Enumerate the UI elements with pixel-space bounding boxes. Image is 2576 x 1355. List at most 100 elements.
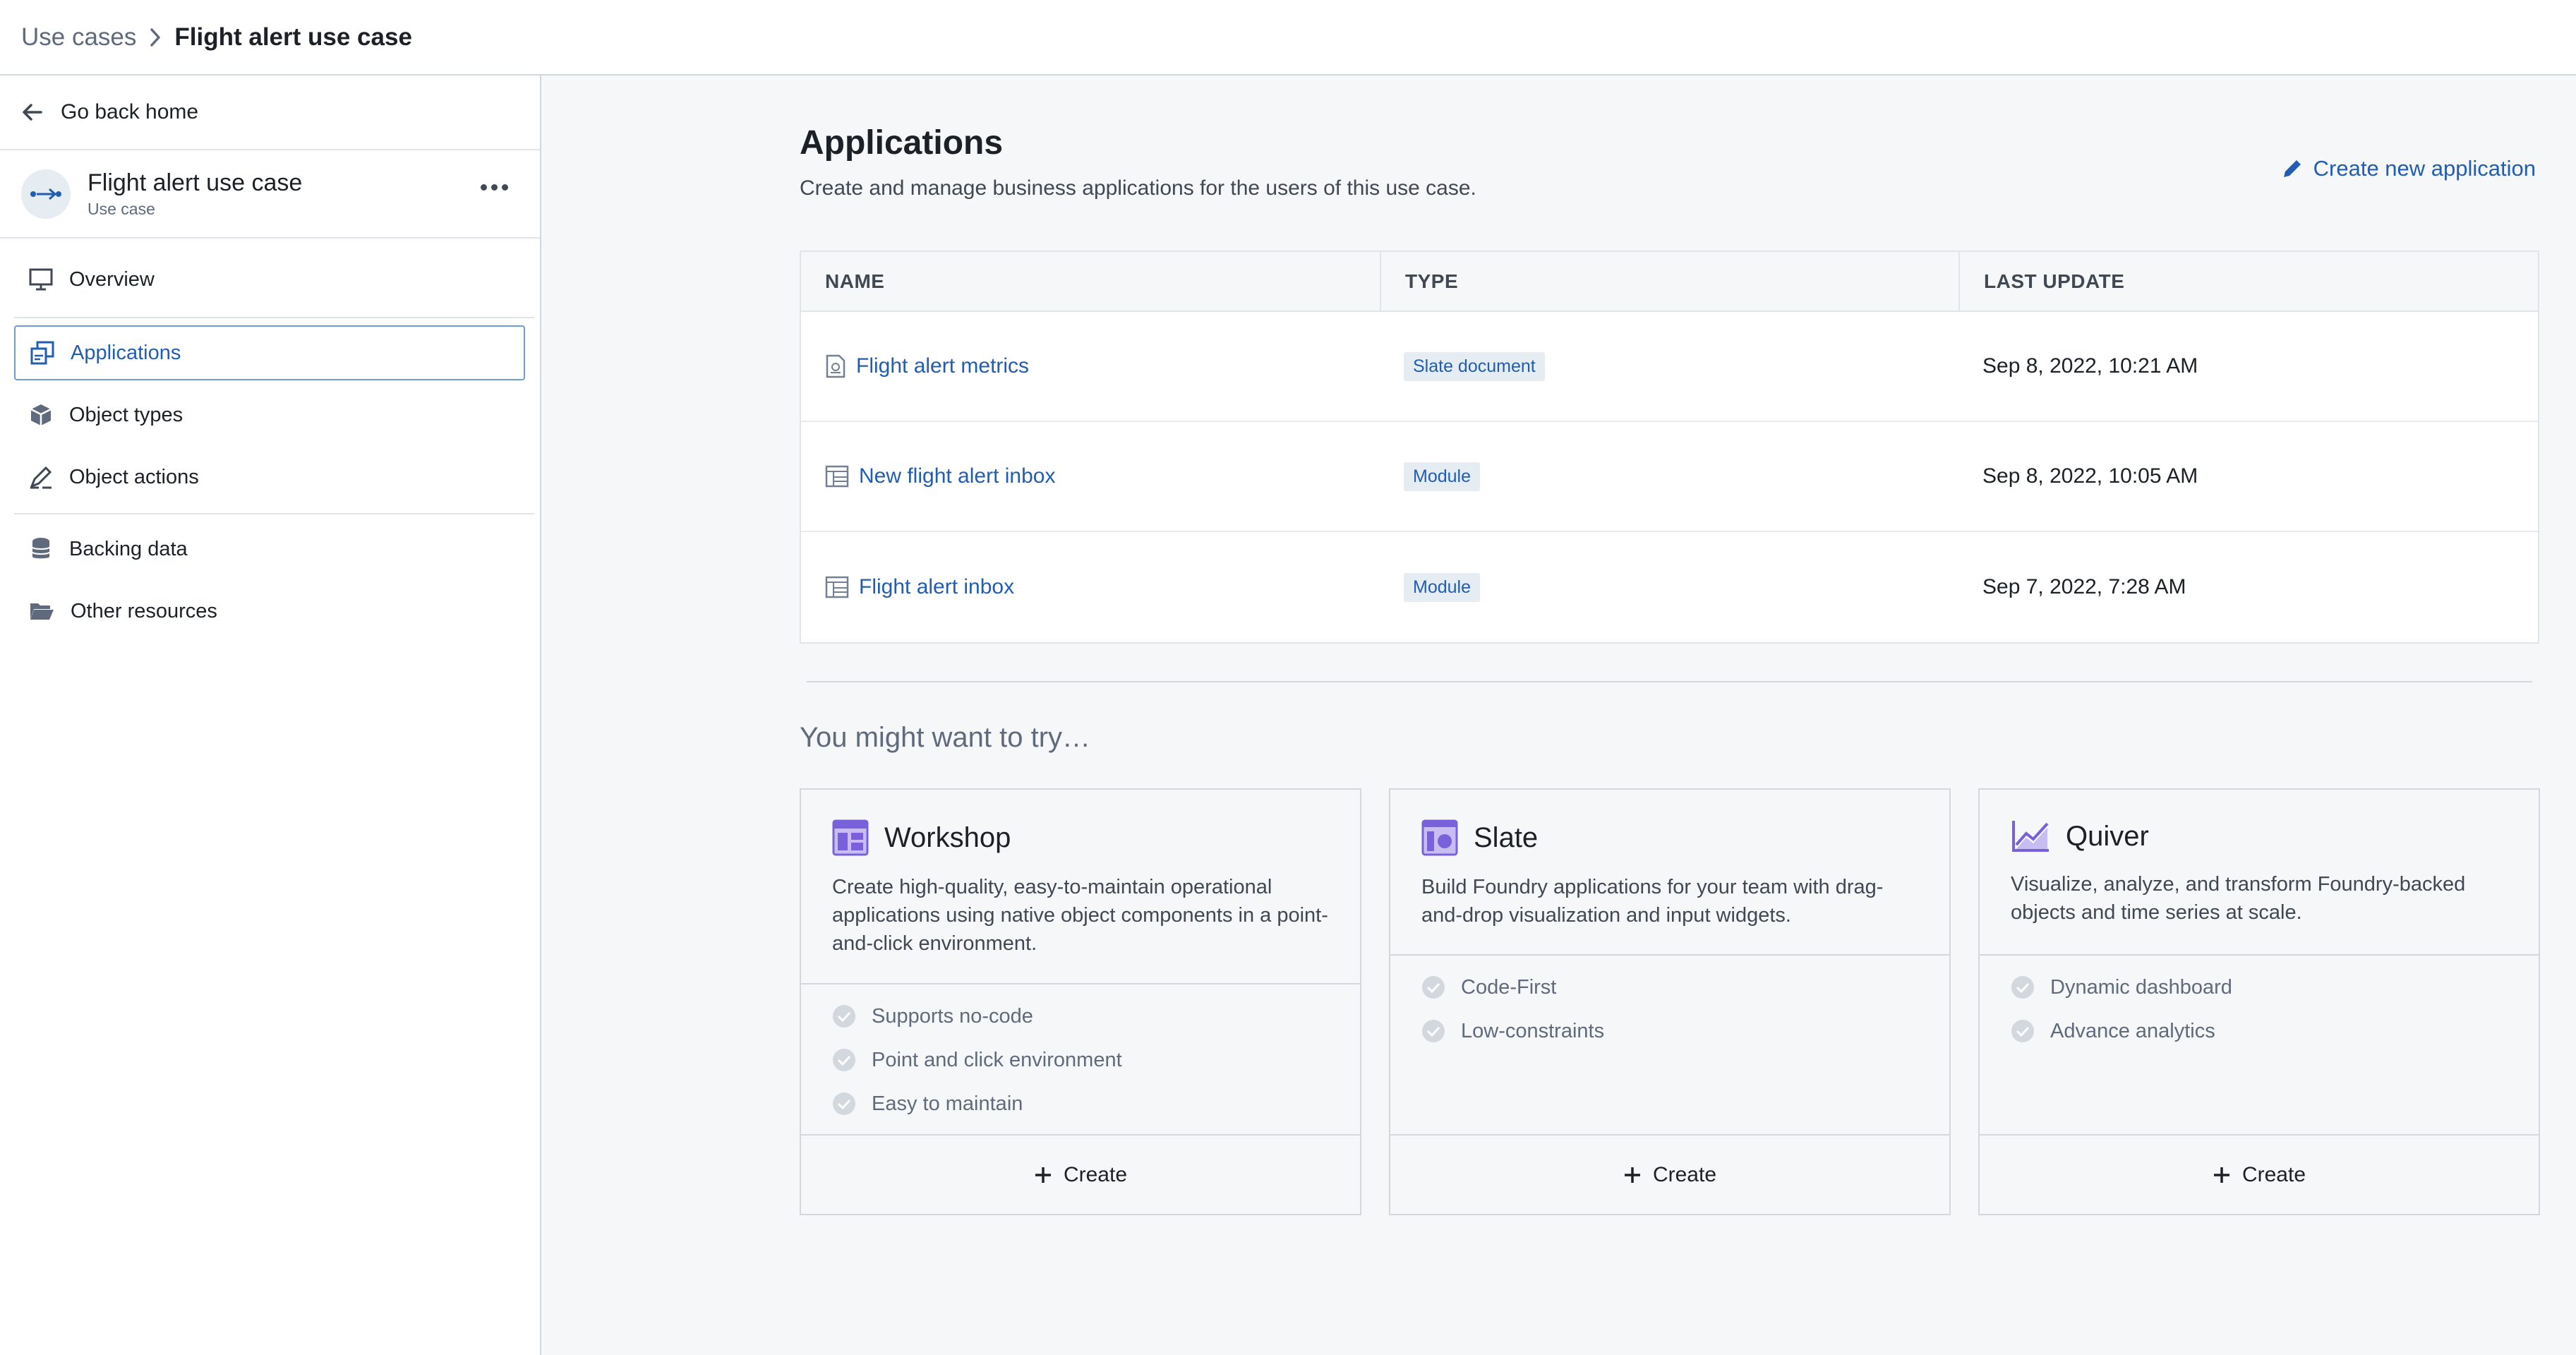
quiver-card: Quiver Visualize, analyze, and transform… — [1978, 788, 2540, 1215]
card-description: Create high-quality, easy-to-maintain op… — [832, 876, 1328, 955]
applications-table: NAME TYPE LAST UPDATE Flight alert metri… — [800, 251, 2539, 644]
column-header-name[interactable]: NAME — [801, 252, 1380, 311]
feature-item: Supports no-code — [801, 994, 1360, 1038]
sidebar-item-backing-data[interactable]: Backing data — [14, 522, 525, 577]
check-circle-icon — [2011, 976, 2034, 999]
check-circle-icon — [1422, 1020, 1445, 1042]
more-options-icon[interactable] — [481, 184, 508, 191]
create-new-application-label: Create new application — [2313, 156, 2536, 181]
nav-divider — [14, 317, 534, 318]
feature-item: Easy to maintain — [801, 1082, 1360, 1126]
monitor-icon — [29, 268, 53, 291]
app-updated: Sep 7, 2022, 7:28 AM — [1982, 575, 2186, 598]
card-title: Slate — [1421, 819, 1918, 856]
go-back-home-label: Go back home — [61, 100, 199, 124]
create-new-application-button[interactable]: Create new application — [2281, 156, 2536, 181]
module-icon — [825, 465, 849, 488]
type-tag: Slate document — [1404, 351, 1545, 381]
use-case-title: Flight alert use case — [88, 169, 303, 196]
quiver-create-button[interactable]: Create — [1980, 1134, 2539, 1214]
go-back-home-link[interactable]: Go back home — [0, 76, 540, 150]
plus-icon — [1035, 1167, 1051, 1183]
suggestions-title: You might want to try… — [800, 722, 1091, 753]
nav-divider — [14, 513, 534, 514]
table-row[interactable]: New flight alert inbox Module Sep 8, 202… — [801, 422, 2538, 532]
app-type-cell: Slate document — [1380, 312, 1958, 421]
card-description: Visualize, analyze, and transform Foundr… — [2011, 873, 2466, 924]
type-tag: Module — [1404, 462, 1480, 491]
app-name: Flight alert metrics — [856, 354, 1030, 378]
check-circle-icon — [833, 1092, 855, 1115]
sidebar-item-object-types[interactable]: Object types — [14, 387, 525, 442]
slate-create-button[interactable]: Create — [1390, 1134, 1949, 1214]
check-circle-icon — [2011, 1020, 2034, 1042]
breadcrumb-use-cases[interactable]: Use cases — [21, 23, 136, 52]
section-divider — [807, 681, 2532, 682]
database-icon — [32, 538, 50, 559]
app-name-link[interactable]: Flight alert inbox — [801, 532, 1380, 642]
chevron-right-icon — [149, 28, 162, 47]
sidebar-item-label: Other resources — [71, 599, 217, 622]
sidebar-item-label: Applications — [71, 341, 181, 364]
arrow-left-icon — [23, 104, 42, 121]
card-title: Workshop — [832, 819, 1329, 856]
feature-item: Point and click environment — [801, 1038, 1360, 1082]
table-row[interactable]: Flight alert inbox Module Sep 7, 2022, 7… — [801, 532, 2538, 642]
card-description: Build Foundry applications for your team… — [1421, 876, 1884, 927]
sidebar-item-label: Object actions — [69, 465, 199, 488]
cube-icon — [30, 404, 52, 426]
sidebar-item-other-resources[interactable]: Other resources — [14, 584, 525, 639]
edit-actions-icon — [30, 466, 52, 489]
app-type-cell: Module — [1380, 532, 1958, 642]
app-updated: Sep 8, 2022, 10:05 AM — [1982, 464, 2198, 488]
quiver-chart-icon — [2012, 821, 2049, 852]
workshop-icon — [832, 819, 869, 856]
sidebar: Go back home Flight alert use case Use c… — [0, 76, 541, 1355]
sidebar-item-label: Backing data — [69, 537, 188, 560]
breadcrumb: Use cases Flight alert use case — [0, 0, 2576, 76]
breadcrumb-current: Flight alert use case — [174, 23, 412, 51]
check-circle-icon — [833, 1049, 855, 1071]
type-tag: Module — [1404, 572, 1480, 602]
sidebar-item-object-actions[interactable]: Object actions — [14, 450, 525, 505]
slate-card: Slate Build Foundry applications for you… — [1389, 788, 1951, 1215]
column-header-type[interactable]: TYPE — [1380, 252, 1958, 311]
use-case-subtitle: Use case — [88, 199, 155, 218]
card-features: Supports no-code Point and click environ… — [801, 983, 1360, 1126]
card-features: Code-First Low-constraints — [1390, 954, 1949, 1053]
table-row[interactable]: Flight alert metrics Slate document Sep … — [801, 312, 2538, 422]
plus-icon — [2213, 1167, 2229, 1183]
sidebar-item-label: Overview — [69, 267, 155, 291]
app-name-link[interactable]: Flight alert metrics — [801, 312, 1380, 421]
flow-icon — [30, 188, 61, 200]
sidebar-item-overview[interactable]: Overview — [14, 252, 525, 307]
slate-icon — [1421, 819, 1458, 856]
check-circle-icon — [1422, 976, 1445, 999]
workshop-card: Workshop Create high-quality, easy-to-ma… — [800, 788, 1361, 1215]
page-title: Applications — [800, 124, 1004, 162]
app-updated: Sep 8, 2022, 10:21 AM — [1982, 354, 2198, 378]
feature-item: Low-constraints — [1390, 1009, 1949, 1053]
applications-icon — [30, 341, 54, 365]
sidebar-item-applications[interactable]: Applications — [14, 325, 525, 380]
column-header-last-update[interactable]: LAST UPDATE — [1958, 252, 2538, 311]
card-features: Dynamic dashboard Advance analytics — [1980, 954, 2539, 1053]
sidebar-item-label: Object types — [69, 403, 183, 426]
app-type-cell: Module — [1380, 422, 1958, 531]
use-case-header: Flight alert use case Use case — [0, 150, 540, 239]
workshop-create-button[interactable]: Create — [801, 1134, 1360, 1214]
feature-item: Advance analytics — [1980, 1009, 2539, 1053]
feature-item: Code-First — [1390, 965, 1949, 1009]
page-description: Create and manage business applications … — [800, 176, 1476, 200]
check-circle-icon — [833, 1005, 855, 1028]
module-icon — [825, 576, 849, 598]
app-name-link[interactable]: New flight alert inbox — [801, 422, 1380, 531]
app-name: New flight alert inbox — [859, 464, 1056, 488]
use-case-avatar — [21, 169, 71, 219]
folder-open-icon — [30, 603, 54, 620]
table-header: NAME TYPE LAST UPDATE — [801, 252, 2538, 312]
pencil-icon — [2283, 160, 2301, 177]
feature-item: Dynamic dashboard — [1980, 965, 2539, 1009]
card-title: Quiver — [2011, 819, 2508, 853]
plus-icon — [1624, 1167, 1640, 1183]
